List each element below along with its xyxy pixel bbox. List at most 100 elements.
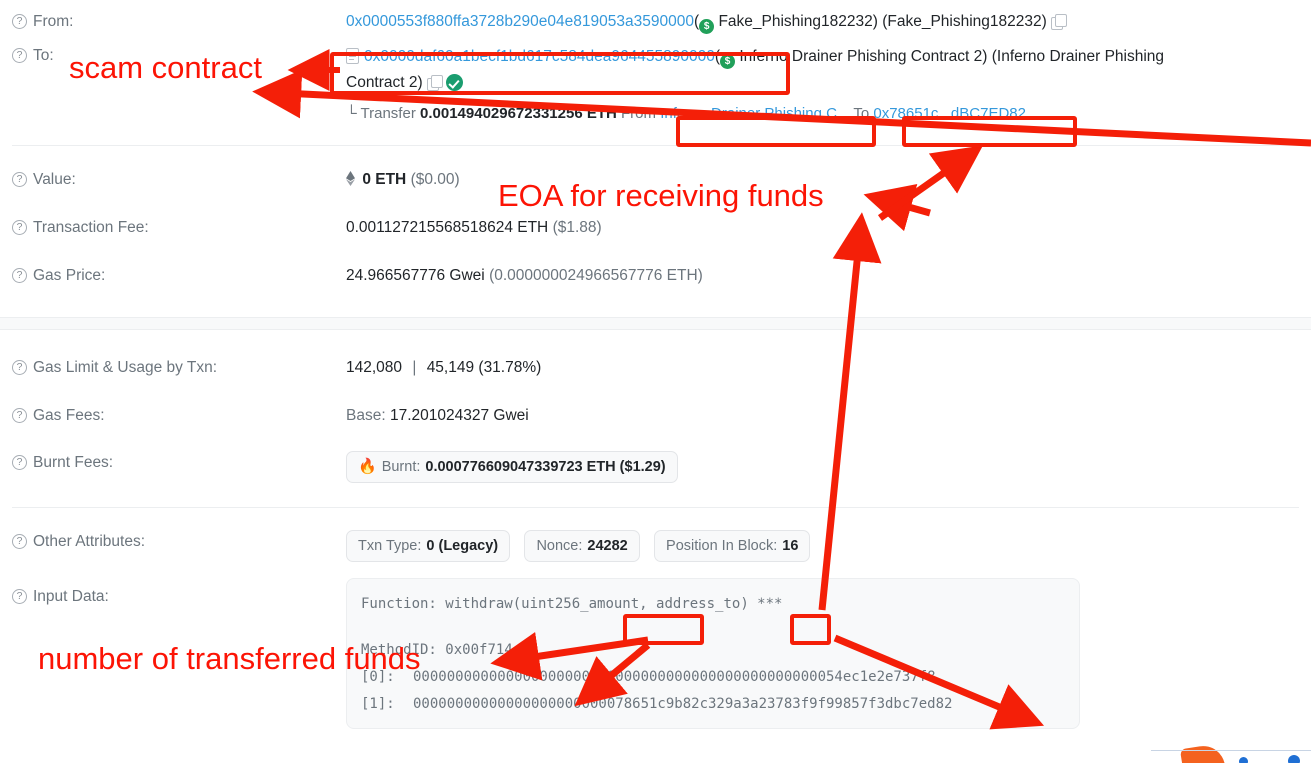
value-other-attributes: Txn Type: 0 (Legacy) Nonce: 24282 Positi… xyxy=(346,530,1311,562)
help-icon[interactable]: ? xyxy=(12,360,27,375)
ethereum-diamond-icon xyxy=(346,170,355,193)
row-gas-limit: ? Gas Limit & Usage by Txn: 142,080 | 45… xyxy=(0,330,1311,379)
badge-position-in-block: Position In Block: 16 xyxy=(654,530,811,562)
function-signature-suffix: ) *** xyxy=(740,596,783,612)
transaction-fee-fiat: ($1.88) xyxy=(552,219,602,236)
help-icon[interactable]: ? xyxy=(12,268,27,283)
label-gas-limit-text: Gas Limit & Usage by Txn: xyxy=(33,359,218,376)
value-from: 0x0000553f880ffa3728b290e04e819053a35900… xyxy=(346,10,1311,34)
help-icon[interactable]: ? xyxy=(12,589,27,604)
label-gas-limit: ? Gas Limit & Usage by Txn: xyxy=(12,356,346,379)
help-icon[interactable]: ? xyxy=(12,534,27,549)
value-value: 0 ETH ($0.00) xyxy=(346,168,1311,193)
to-alias-line1: (Inferno Drainer Phishing xyxy=(987,48,1165,65)
value-input-data: Function: withdraw(uint256_amount, addre… xyxy=(346,578,1080,729)
from-address-link[interactable]: 0x0000553f880ffa3728b290e04e819053a35900… xyxy=(346,13,694,30)
value-gas-limit: 142,080 | 45,149 (31.78%) xyxy=(346,356,1311,379)
gas-used-amount: 45,149 (31.78%) xyxy=(426,359,542,376)
label-input-data-text: Input Data: xyxy=(33,588,109,605)
label-from: ? From: xyxy=(12,10,346,33)
gas-price-gwei: 24.966567776 Gwei xyxy=(346,267,485,284)
help-icon[interactable]: ? xyxy=(12,220,27,235)
value-gas-price: 24.966567776 Gwei (0.000000024966567776 … xyxy=(346,264,1311,287)
row-from: ? From: 0x0000553f880ffa3728b290e04e8190… xyxy=(0,0,1311,34)
from-tag-name: Fake_Phishing182232) xyxy=(718,13,878,30)
highlight-box-transfer-to xyxy=(902,116,1077,147)
badge-nonce: Nonce: 24282 xyxy=(524,530,640,562)
label-burnt-fees-text: Burnt Fees: xyxy=(33,454,114,471)
highlight-box-param-to xyxy=(790,614,831,645)
label-input-data: ? Input Data: xyxy=(12,578,346,608)
flame-icon: 🔥 xyxy=(358,458,377,475)
gas-fees-base-value: 17.201024327 Gwei xyxy=(389,407,529,424)
function-param-to: _to xyxy=(715,596,741,612)
help-icon[interactable]: ? xyxy=(12,455,27,470)
transfer-prefix: └ Transfer xyxy=(346,105,416,122)
bottom-widget-rule xyxy=(1151,750,1311,751)
row-other-attributes: ? Other Attributes: Txn Type: 0 (Legacy)… xyxy=(0,508,1311,562)
burnt-fees-badge: 🔥 Burnt: 0.000776609047339723 ETH ($1.29… xyxy=(346,451,678,483)
annotation-scam-contract: scam contract xyxy=(69,50,262,85)
badge-txn-type: Txn Type: 0 (Legacy) xyxy=(346,530,511,562)
value-burnt-fees: 🔥 Burnt: 0.000776609047339723 ETH ($1.29… xyxy=(346,451,1311,483)
help-icon[interactable]: ? xyxy=(12,172,27,187)
bottom-widget-partial[interactable] xyxy=(1179,742,1227,763)
value-transaction-fee: 0.001127215568518624 ETH ($1.88) xyxy=(346,216,1311,239)
highlight-box-param-amount xyxy=(623,614,704,645)
gas-limit-separator: | xyxy=(412,359,417,376)
chain-badge-icon: $ xyxy=(699,19,715,34)
label-transaction-fee: ? Transaction Fee: xyxy=(12,216,346,239)
row-gas-price: ? Gas Price: 24.966567776 Gwei (0.000000… xyxy=(0,239,1311,287)
label-gas-fees: ? Gas Fees: xyxy=(12,404,346,427)
annotation-eoa-receiving: EOA for receiving funds xyxy=(498,178,824,213)
badge-nonce-name: Nonce: xyxy=(536,538,583,554)
badge-nonce-value: 24282 xyxy=(587,538,628,554)
bottom-widget-dot-left xyxy=(1239,757,1248,763)
label-to-text: To: xyxy=(33,47,54,64)
methodid-value: 0x00f714ce xyxy=(445,642,530,658)
row-internal-transfer: └ Transfer 0.001494029672331256 ETH From… xyxy=(0,96,1311,125)
label-value-text: Value: xyxy=(33,171,76,188)
label-transfer-spacer xyxy=(12,102,346,103)
badge-txn-type-name: Txn Type: xyxy=(358,538,422,554)
input-data-arg-row: [0]: 000000000000000000000000000000000000… xyxy=(361,664,1065,691)
value-gas-fees: Base: 17.201024327 Gwei xyxy=(346,404,1311,427)
burnt-label: Burnt: xyxy=(381,459,421,475)
gas-limit-amount: 142,080 xyxy=(346,359,403,376)
label-value: ? Value: xyxy=(12,168,346,191)
burnt-value: 0.000776609047339723 ETH ($1.29) xyxy=(425,459,666,475)
help-icon[interactable]: ? xyxy=(12,14,27,29)
label-other-attributes: ? Other Attributes: xyxy=(12,530,346,553)
transfer-from-label: From xyxy=(621,105,657,122)
transfer-amount: 0.001494029672331256 ETH xyxy=(420,105,617,122)
arg-0-hex: 0000000000000000000000000000000000000000… xyxy=(413,669,936,685)
transaction-fee-amount: 0.001127215568518624 ETH xyxy=(346,219,549,236)
label-transaction-fee-text: Transaction Fee: xyxy=(33,219,149,236)
badge-position-name: Position In Block: xyxy=(666,538,778,554)
arg-1-hex: 00000000000000000000000078651c9b82c329a3… xyxy=(413,696,953,712)
section-band xyxy=(0,317,1311,330)
function-signature-mid: , address xyxy=(639,596,716,612)
annotation-number-of-funds: number of transferred funds xyxy=(38,641,421,676)
gas-fees-base-label: Base: xyxy=(346,407,386,424)
help-icon[interactable]: ? xyxy=(12,48,27,63)
function-param-amount: _amount xyxy=(580,596,640,612)
highlight-box-to-address xyxy=(330,52,790,95)
help-icon[interactable]: ? xyxy=(12,408,27,423)
copy-icon[interactable] xyxy=(1051,14,1068,30)
gas-price-eth: (0.000000024966567776 ETH) xyxy=(489,267,703,284)
label-gas-price: ? Gas Price: xyxy=(12,264,346,287)
highlight-box-transfer-from xyxy=(676,116,876,147)
badge-txn-type-value: 0 (Legacy) xyxy=(426,538,499,554)
label-other-attributes-text: Other Attributes: xyxy=(33,533,145,550)
row-burnt-fees: ? Burnt Fees: 🔥 Burnt: 0.000776609047339… xyxy=(0,427,1311,483)
value-amount: 0 ETH xyxy=(362,171,407,188)
transaction-details-page: ? From: 0x0000553f880ffa3728b290e04e8190… xyxy=(0,0,1311,763)
function-signature-prefix: Function: withdraw(uint256 xyxy=(361,596,581,612)
input-data-arg-row: [1]: 00000000000000000000000078651c9b82c3… xyxy=(361,691,1065,718)
row-gas-fees: ? Gas Fees: Base: 17.201024327 Gwei xyxy=(0,379,1311,427)
badge-position-value: 16 xyxy=(782,538,799,554)
label-gas-fees-text: Gas Fees: xyxy=(33,407,105,424)
input-data-box[interactable]: Function: withdraw(uint256_amount, addre… xyxy=(346,578,1080,729)
input-data-methodid-line: MethodID: 0x00f714ce xyxy=(361,637,1065,664)
